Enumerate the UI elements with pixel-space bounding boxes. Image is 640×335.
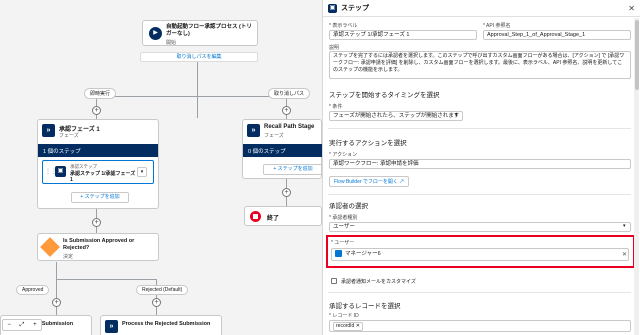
user-icon: [335, 250, 342, 257]
rejected-stage[interactable]: » Process the Rejected Submission: [100, 315, 222, 335]
panel-header: ▣ ステップ: [323, 0, 640, 17]
condition-select[interactable]: フェーズが開始されたら、ステップが開始されます: [329, 111, 463, 121]
divider: [328, 292, 631, 293]
edit-cancel-path-link[interactable]: 取り消しパスを編集: [140, 52, 258, 62]
condition-label: * 条件: [329, 104, 343, 110]
user-value: マネージャー6: [345, 250, 381, 257]
display-label-label: * 表示ラベル: [329, 23, 358, 29]
stage1-steps-header: 1 個のステップ: [38, 144, 158, 157]
customize-email-checkbox[interactable]: [331, 278, 337, 284]
open-flow-builder-button[interactable]: Flow Builder でフローを開く ↗: [329, 176, 410, 187]
add-step-button[interactable]: + ステップを追加: [71, 192, 129, 203]
add-element-plus-icon[interactable]: +: [282, 188, 291, 197]
recall-stage-subtitle: フェーズ: [264, 133, 284, 139]
open-flow-builder-label: Flow Builder でフローを開く: [334, 179, 398, 185]
approver-type-value: ユーザー: [333, 224, 355, 230]
stage1-subtitle: フェーズ: [59, 133, 79, 139]
description-label: 説明: [329, 45, 340, 51]
panel-title: ステップ: [341, 5, 369, 12]
description-textarea[interactable]: ステップを完了するには承認者を選択します。このステップで呼び出すカスタム画面フロ…: [329, 51, 631, 79]
external-link-icon: ↗: [399, 179, 405, 185]
decision-node[interactable]: Is Submission Approved or Rejected? 決定: [37, 233, 159, 261]
zoom-toolbar: − ⤢ +: [2, 319, 42, 331]
add-element-plus-icon[interactable]: +: [282, 106, 291, 115]
recall-steps-header: 0 個のステップ: [243, 144, 322, 157]
step-type: 承認ステップ: [70, 164, 97, 169]
decision-diamond-icon: [40, 237, 60, 257]
approval-stage-1[interactable]: » 承認フェーズ 1 フェーズ 1 個のステップ ⋮⋮ ▣ 承認ステップ 承認ス…: [37, 119, 159, 209]
recall-path-stage[interactable]: » Recall Path Stage フェーズ 0 個のステップ + ステップ…: [242, 119, 322, 179]
zoom-in-icon[interactable]: +: [33, 322, 37, 328]
divider: [328, 194, 631, 195]
add-step-label: ステップを追加: [84, 194, 120, 200]
approval-step-card[interactable]: ⋮⋮ ▣ 承認ステップ 承認ステップ 1/承認フェーズ 1 ▾: [42, 160, 154, 184]
record-id-label: * レコード ID: [329, 313, 359, 319]
immediate-path-label: 即時実行: [84, 88, 117, 99]
approval-step-icon: ▣: [55, 166, 66, 177]
display-label-input[interactable]: 承認ステップ 1/承認フェーズ 1: [329, 30, 477, 40]
add-element-plus-icon[interactable]: +: [92, 218, 101, 227]
end-label: 終了: [267, 216, 280, 222]
approver-section-title: 承認者の選択: [329, 203, 368, 210]
rejected-stage-title: Process the Rejected Submission: [122, 321, 211, 327]
approved-stage-title: d Submission: [37, 321, 74, 327]
add-element-plus-icon[interactable]: +: [92, 106, 101, 115]
step-properties-panel: ▣ ステップ ✕ * 表示ラベル 承認ステップ 1/承認フェーズ 1 * API…: [322, 0, 640, 335]
chevron-down-icon: ▾: [623, 223, 626, 229]
zoom-out-icon[interactable]: −: [7, 322, 11, 328]
timing-section-title: ステップを開始するタイミングを選択: [329, 92, 440, 99]
condition-value: フェーズが開始されたら、ステップが開始されます: [333, 113, 460, 119]
add-step-label: ステップを追加: [277, 166, 313, 172]
record-id-value: recordId: [336, 323, 355, 329]
action-label: * アクション: [329, 152, 358, 158]
stop-icon: [250, 211, 261, 222]
end-node[interactable]: 終了: [244, 206, 322, 226]
record-id-input[interactable]: recordId ✕: [329, 320, 631, 332]
step-menu-chevron-icon[interactable]: ▾: [137, 167, 147, 177]
close-icon[interactable]: ✕: [628, 4, 635, 13]
decision-title: Is Submission Approved or Rejected?: [63, 238, 135, 251]
start-node[interactable]: ▶ 自動起動フロー承認プロセス (トリガーなし) 開始: [142, 20, 258, 46]
approver-type-label: * 承認者種別: [329, 215, 358, 221]
rejected-path-label: Rejected (Default): [136, 285, 189, 295]
customize-email-label: 承認者通知メールをカスタマイズ: [341, 279, 416, 285]
fit-view-icon[interactable]: ⤢: [20, 322, 25, 329]
chevron-down-icon: ▾: [455, 112, 458, 118]
add-element-plus-icon[interactable]: +: [152, 298, 161, 307]
stage-chevron-icon: »: [105, 320, 118, 333]
add-step-button[interactable]: + ステップを追加: [263, 164, 322, 175]
divider: [328, 128, 631, 129]
decision-subtitle: 決定: [63, 254, 74, 260]
add-element-plus-icon[interactable]: +: [52, 298, 61, 307]
step-name: 承認ステップ 1/承認フェーズ 1: [70, 171, 136, 183]
play-icon: ▶: [149, 27, 162, 40]
api-name-input[interactable]: Approval_Step_1_of_Approval_Stage_1: [483, 30, 631, 40]
record-section-title: 承認するレコードを選択: [329, 303, 401, 310]
record-id-pill: recordId ✕: [333, 322, 363, 331]
user-lookup-input[interactable]: マネージャー6: [331, 248, 629, 261]
recall-stage-title: Recall Path Stage: [264, 124, 315, 130]
scrollbar-thumb[interactable]: [635, 20, 639, 90]
action-input[interactable]: 承認ワークフロー: 承認申請を評価: [329, 159, 631, 169]
approved-path-label: Approved: [16, 285, 50, 295]
api-name-label: * API 参照名: [483, 23, 511, 29]
approver-type-select[interactable]: ユーザー: [329, 222, 631, 232]
stage-chevron-icon: »: [247, 124, 260, 137]
action-section-title: 実行するアクションを選択: [329, 140, 407, 147]
start-title: 自動起動フロー承認プロセス (トリガーなし): [166, 24, 252, 37]
start-subtitle: 開始: [166, 40, 177, 46]
cancel-path-label: 取り消しパス: [268, 88, 311, 99]
step-icon: ▣: [328, 3, 337, 13]
clear-icon[interactable]: ✕: [622, 251, 627, 258]
stage-chevron-icon: »: [42, 124, 55, 137]
flow-canvas[interactable]: ▶ 自動起動フロー承認プロセス (トリガーなし) 開始 取り消しパスを編集 即時…: [0, 0, 322, 335]
user-label: * ユーザー: [331, 240, 355, 246]
